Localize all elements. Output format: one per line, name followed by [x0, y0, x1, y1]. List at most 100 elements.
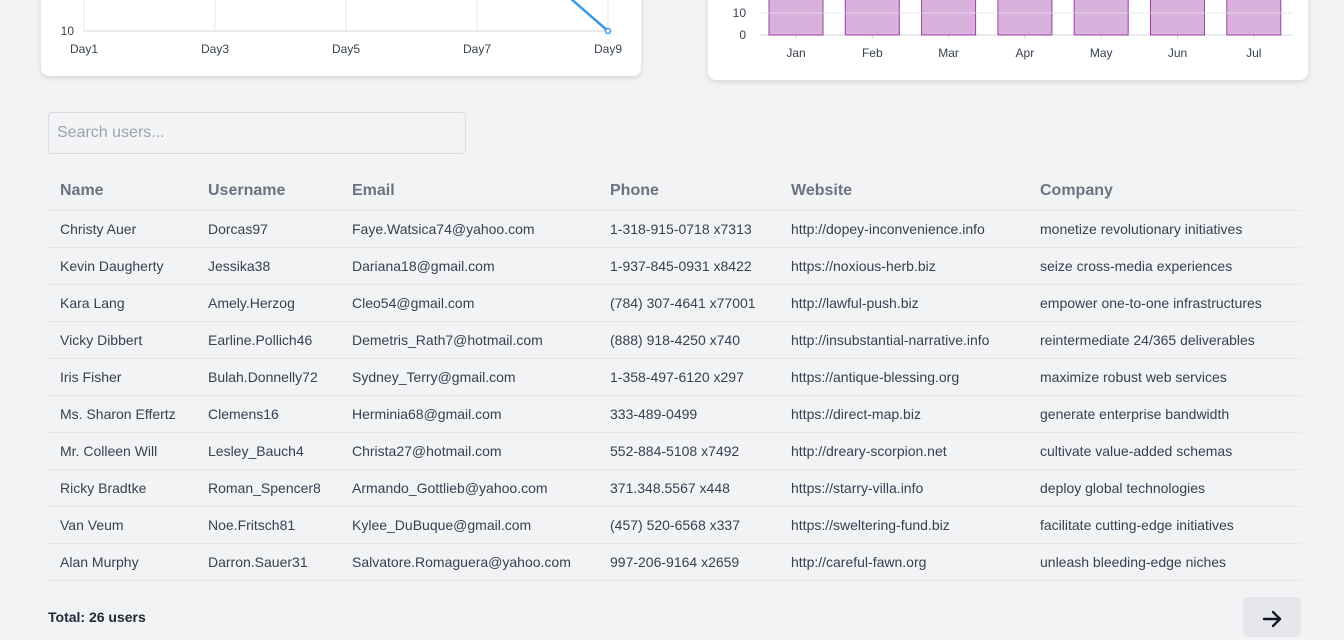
cell-name: Mr. Colleen Will [48, 432, 196, 470]
cell-company: unleash bleeding-edge niches [1028, 543, 1301, 581]
cell-website: http://dopey-inconvenience.info [779, 210, 1028, 248]
x-tick-label: Jul [1246, 46, 1261, 60]
y-tick-label: 0 [739, 28, 746, 42]
cell-phone: 1-318-915-0718 x7313 [598, 210, 779, 248]
cell-email: Cleo54@gmail.com [340, 284, 598, 322]
data-point [604, 27, 612, 35]
cell-name: Iris Fisher [48, 358, 196, 396]
cell-company: seize cross-media experiences [1028, 247, 1301, 285]
cell-company: empower one-to-one infrastructures [1028, 284, 1301, 322]
cell-company: maximize robust web services [1028, 358, 1301, 396]
x-tick-label: Apr [1016, 46, 1035, 60]
series-line [570, 0, 609, 32]
x-tick-label: May [1090, 46, 1113, 60]
cell-username: Roman_Spencer8 [196, 469, 340, 507]
table-row[interactable]: Kara Lang Amely.Herzog Cleo54@gmail.com (78… [48, 284, 1301, 322]
cell-phone: 333-489-0499 [598, 395, 779, 433]
y-tick-label: 10 [61, 24, 75, 38]
cell-email: Faye.Watsica74@yahoo.com [340, 210, 598, 248]
cell-username: Amely.Herzog [196, 284, 340, 322]
cell-name: Christy Auer [48, 210, 196, 248]
cell-website: https://direct-map.biz [779, 395, 1028, 433]
table-row[interactable]: Ricky Bradtke Roman_Spencer8 Armando_Gottl… [48, 469, 1301, 507]
cell-name: Kara Lang [48, 284, 196, 322]
cell-username: Noe.Fritsch81 [196, 506, 340, 544]
cell-email: Sydney_Terry@gmail.com [340, 358, 598, 396]
column-header-website[interactable]: Website [779, 171, 1028, 211]
column-header-email[interactable]: Email [340, 171, 598, 211]
x-tick-label: Jun [1168, 46, 1187, 60]
cell-website: http://insubstantial-narrative.info [779, 321, 1028, 359]
cell-name: Ms. Sharon Effertz [48, 395, 196, 433]
next-page-button[interactable] [1243, 597, 1301, 637]
column-header-phone[interactable]: Phone [598, 171, 779, 211]
cell-company: generate enterprise bandwidth [1028, 395, 1301, 433]
cell-username: Bulah.Donnelly72 [196, 358, 340, 396]
cell-name: Kevin Daugherty [48, 247, 196, 285]
cell-email: Demetris_Rath7@hotmail.com [340, 321, 598, 359]
cell-website: https://noxious-herb.biz [779, 247, 1028, 285]
cell-phone: 1-358-497-6120 x297 [598, 358, 779, 396]
arrow-right-icon [1262, 610, 1282, 628]
table-row[interactable]: Kevin Daugherty Jessika38 Dariana18@gmail.… [48, 247, 1301, 285]
x-tick-label: Day9 [594, 42, 622, 56]
cell-website: https://antique-blessing.org [779, 358, 1028, 396]
cell-name: Alan Murphy [48, 543, 196, 581]
x-tick-label: Day5 [332, 42, 360, 56]
cell-username: Dorcas97 [196, 210, 340, 248]
cell-website: https://starry-villa.info [779, 469, 1028, 507]
table-row[interactable]: Vicky Dibbert Earline.Pollich46 Demetris_R… [48, 321, 1301, 359]
search-field [48, 112, 466, 154]
search-input[interactable] [48, 112, 466, 154]
bar [921, 0, 977, 36]
column-header-username[interactable]: Username [196, 171, 340, 211]
column-header-name[interactable]: Name [48, 171, 196, 211]
cell-name: Van Veum [48, 506, 196, 544]
cell-company: monetize revolutionary initiatives [1028, 210, 1301, 248]
table-row[interactable]: Ms. Sharon Effertz Clemens16 Herminia68@gm… [48, 395, 1301, 433]
cell-username: Lesley_Bauch4 [196, 432, 340, 470]
cell-username: Jessika38 [196, 247, 340, 285]
cell-email: Dariana18@gmail.com [340, 247, 598, 285]
bar-chart: Jan Feb Mar Apr May Jun Jul 10 0 [733, 0, 1292, 60]
bar [844, 0, 900, 36]
table-row[interactable]: Iris Fisher Bulah.Donnelly72 Sydney_Terry@… [48, 358, 1301, 396]
cell-email: Armando_Gottlieb@yahoo.com [340, 469, 598, 507]
bar [1150, 0, 1205, 36]
cell-phone: 997-206-9164 x2659 [598, 543, 779, 581]
table-row[interactable]: Alan Murphy Darron.Sauer31 Salvatore.Romag… [48, 543, 1301, 581]
cell-email: Salvatore.Romaguera@yahoo.com [340, 543, 598, 581]
y-tick-label: 10 [733, 6, 747, 20]
table-row[interactable]: Christy Auer Dorcas97 Faye.Watsica74@yahoo… [48, 210, 1301, 248]
table-row[interactable]: Mr. Colleen Will Lesley_Bauch4 Christa27@h… [48, 432, 1301, 470]
table-row[interactable]: Van Veum Noe.Fritsch81 Kylee_DuBuque@gmail… [48, 506, 1301, 544]
cell-phone: (888) 918-4250 x740 [598, 321, 779, 359]
cell-phone: 552-884-5108 x7492 [598, 432, 779, 470]
bar-chart-card: Jan Feb Mar Apr May Jun Jul 10 0 [708, 0, 1308, 80]
bar [768, 0, 824, 36]
cell-username: Darron.Sauer31 [196, 543, 340, 581]
cell-website: http://lawful-push.biz [779, 284, 1028, 322]
line-chart-card: Day1 Day3 Day5 Day7 Day9 10 [41, 0, 641, 76]
cell-name: Vicky Dibbert [48, 321, 196, 359]
cell-email: Kylee_DuBuque@gmail.com [340, 506, 598, 544]
cell-phone: 1-937-845-0931 x8422 [598, 247, 779, 285]
x-tick-label: Day1 [70, 42, 98, 56]
bar [1226, 0, 1282, 36]
x-tick-label: Mar [938, 46, 959, 60]
cell-company: facilitate cutting-edge initiatives [1028, 506, 1301, 544]
users-table: Name Username Email Phone Website Compan… [48, 171, 1301, 581]
cell-website: http://careful-fawn.org [779, 543, 1028, 581]
cell-username: Clemens16 [196, 395, 340, 433]
cell-username: Earline.Pollich46 [196, 321, 340, 359]
x-tick-label: Day3 [201, 42, 229, 56]
line-chart: Day1 Day3 Day5 Day7 Day9 10 [61, 0, 622, 56]
bar [1073, 0, 1129, 36]
cell-website: http://dreary-scorpion.net [779, 432, 1028, 470]
x-tick-label: Day7 [463, 42, 491, 56]
total-users-count: Total: 26 users [48, 609, 146, 625]
bar [997, 0, 1053, 36]
column-header-company[interactable]: Company [1028, 171, 1301, 211]
cell-email: Herminia68@gmail.com [340, 395, 598, 433]
table-header-row: Name Username Email Phone Website Compan… [48, 171, 1301, 211]
